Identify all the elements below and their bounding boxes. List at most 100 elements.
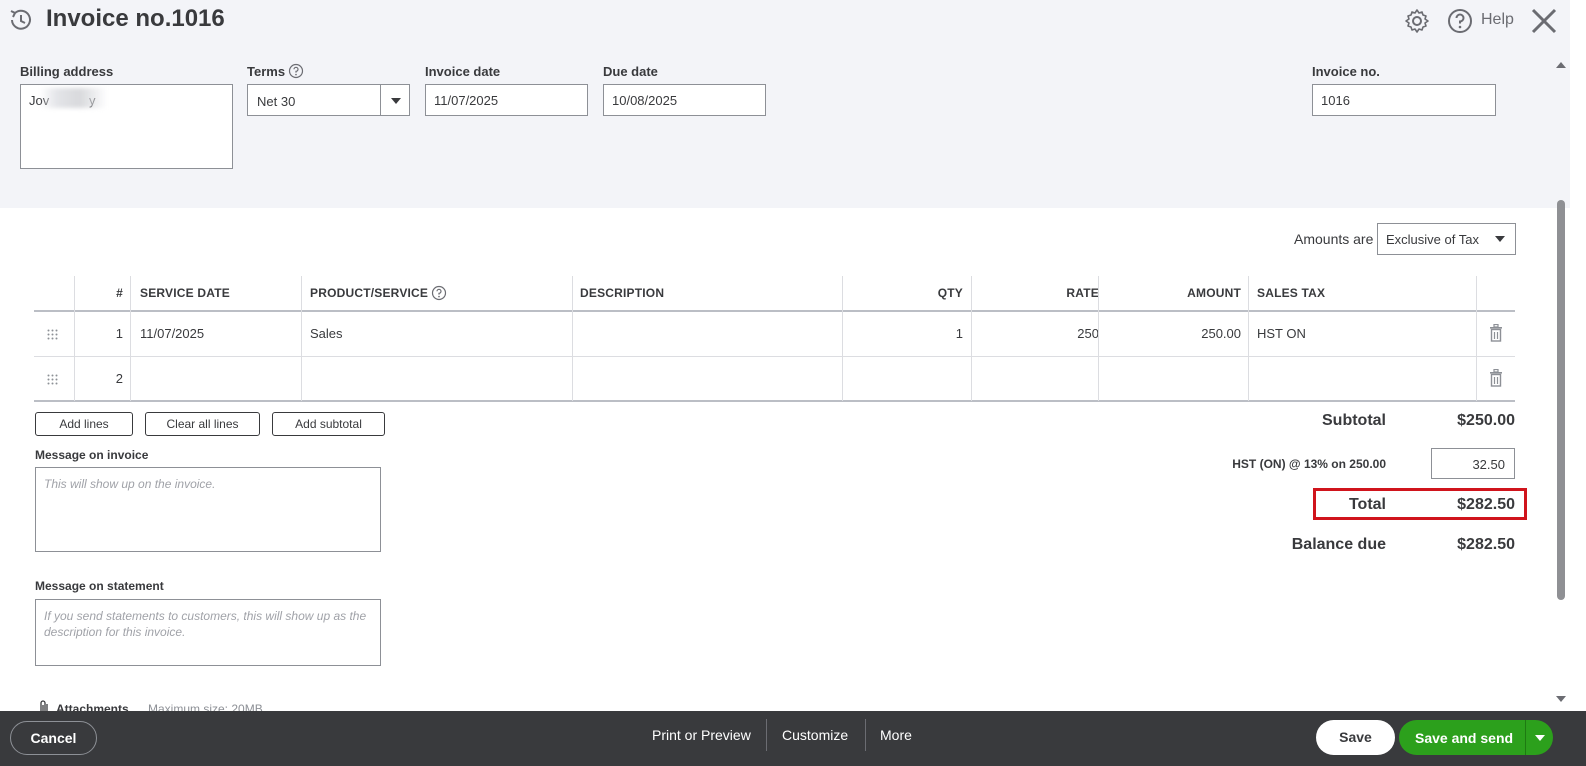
column-divider — [572, 357, 573, 401]
terms-label: Terms — [247, 64, 286, 79]
footer-divider — [766, 719, 767, 751]
scroll-up-icon[interactable] — [1556, 62, 1566, 68]
cell-rate[interactable]: 250 — [1077, 326, 1099, 341]
cell-num: 2 — [115, 371, 123, 386]
total-label: Total — [1348, 496, 1386, 513]
chevron-down-icon[interactable] — [1535, 735, 1545, 741]
column-header-sales-tax: SALES TAX — [1257, 286, 1326, 300]
message-on-invoice-field[interactable]: This will show up on the invoice. — [35, 467, 381, 552]
clear-all-lines-button[interactable]: Clear all lines — [145, 412, 260, 436]
footer-bar: Cancel Print or Preview Customize More S… — [0, 711, 1586, 766]
message-on-invoice-placeholder: This will show up on the invoice. — [44, 477, 216, 491]
tax-rate-label: HST (ON) @ 13% on 250.00 — [1232, 457, 1386, 471]
more-button[interactable]: More — [880, 727, 912, 743]
column-divider — [74, 276, 75, 312]
due-date-field[interactable]: 10/08/2025 — [603, 84, 766, 116]
customize-button[interactable]: Customize — [782, 727, 848, 743]
save-and-send-label: Save and send — [1415, 730, 1514, 746]
invoice-no-value: 1016 — [1321, 93, 1350, 108]
terms-select[interactable]: Net 30 — [247, 84, 410, 116]
amounts-are-select[interactable]: Exclusive of Tax — [1377, 223, 1516, 255]
column-header-num: # — [116, 286, 123, 300]
title-bar: Invoice no.1016 Help — [0, 0, 1570, 42]
table-row[interactable]: 1 11/07/2025 Sales 1 250 250.00 HST ON — [34, 312, 1515, 357]
save-and-send-button[interactable]: Save and send — [1399, 720, 1553, 755]
column-header-qty: QTY — [937, 286, 963, 300]
gear-icon[interactable] — [1404, 8, 1430, 34]
close-icon[interactable] — [1530, 7, 1558, 35]
terms-value: Net 30 — [257, 94, 296, 109]
tax-amount-value: 32.50 — [1472, 457, 1505, 472]
print-preview-button[interactable]: Print or Preview — [652, 727, 751, 743]
column-divider — [1476, 276, 1477, 312]
trash-icon[interactable] — [1489, 369, 1503, 387]
column-divider — [130, 357, 131, 401]
subtotal-value: $250.00 — [1457, 412, 1515, 429]
history-icon[interactable] — [7, 6, 35, 34]
scroll-down-icon[interactable] — [1556, 696, 1566, 702]
column-divider — [572, 312, 573, 356]
column-divider — [842, 276, 843, 312]
table-row[interactable]: 2 — [34, 357, 1515, 402]
scrollbar-thumb[interactable] — [1557, 200, 1565, 600]
save-button[interactable]: Save — [1316, 720, 1395, 755]
cell-amount[interactable]: 250.00 — [1201, 326, 1241, 341]
column-divider — [1476, 357, 1477, 401]
cell-service-date[interactable]: 11/07/2025 — [140, 326, 204, 341]
column-divider — [74, 312, 75, 356]
column-header-rate: RATE — [1066, 286, 1099, 300]
total-value: $282.50 — [1457, 496, 1515, 513]
column-divider — [842, 312, 843, 356]
balance-due-label: Balance due — [1291, 536, 1386, 553]
amounts-are-value: Exclusive of Tax — [1386, 232, 1479, 247]
footer-divider — [865, 719, 866, 751]
chevron-down-icon[interactable] — [1495, 236, 1505, 242]
redacted-name — [40, 88, 106, 108]
add-subtotal-button[interactable]: Add subtotal — [272, 412, 385, 436]
invoice-no-field[interactable]: 1016 — [1312, 84, 1496, 116]
help-link[interactable]: Help — [1481, 11, 1514, 29]
column-divider — [971, 276, 972, 312]
help-circle-icon[interactable] — [431, 285, 447, 301]
column-divider — [301, 276, 302, 312]
cell-sales-tax[interactable]: HST ON — [1257, 326, 1306, 341]
column-divider — [1098, 357, 1099, 401]
chevron-down-icon[interactable] — [391, 98, 401, 104]
column-divider — [301, 357, 302, 401]
invoice-no-label: Invoice no. — [1312, 64, 1380, 79]
help-circle-icon[interactable] — [288, 63, 304, 79]
help-circle-icon[interactable] — [1447, 8, 1473, 34]
column-divider — [74, 357, 75, 401]
message-on-statement-field[interactable]: If you send statements to customers, thi… — [35, 599, 381, 666]
table-header: # SERVICE DATE PRODUCT/SERVICE DESCRIPTI… — [34, 276, 1515, 312]
vertical-scrollbar[interactable] — [1555, 60, 1568, 705]
amounts-are-label: Amounts are — [1294, 231, 1374, 247]
drag-handle-icon[interactable] — [47, 374, 58, 385]
trash-icon[interactable] — [1489, 324, 1503, 342]
drag-handle-icon[interactable] — [47, 329, 58, 340]
column-divider — [130, 312, 131, 356]
cell-product[interactable]: Sales — [310, 326, 343, 341]
balance-due-value: $282.50 — [1457, 536, 1515, 553]
cell-qty[interactable]: 1 — [956, 326, 963, 341]
column-divider — [971, 357, 972, 401]
column-header-amount: AMOUNT — [1187, 286, 1241, 300]
select-divider — [380, 85, 381, 115]
invoice-date-field[interactable]: 11/07/2025 — [425, 84, 588, 116]
column-divider — [1248, 276, 1249, 312]
column-divider — [572, 276, 573, 312]
cell-num: 1 — [115, 326, 123, 341]
invoice-header: Invoice no.1016 Help Billing address Jov… — [0, 0, 1570, 208]
message-on-statement-label: Message on statement — [35, 579, 164, 593]
invoice-date-value: 11/07/2025 — [434, 93, 499, 108]
column-divider — [842, 357, 843, 401]
column-divider — [971, 312, 972, 356]
cancel-button[interactable]: Cancel — [10, 721, 97, 755]
column-divider — [301, 312, 302, 356]
tax-amount-input[interactable]: 32.50 — [1431, 448, 1515, 479]
add-lines-button[interactable]: Add lines — [35, 412, 133, 436]
column-divider — [1098, 312, 1099, 356]
column-divider — [1248, 357, 1249, 401]
message-on-invoice-label: Message on invoice — [35, 448, 149, 462]
due-date-label: Due date — [603, 64, 658, 79]
